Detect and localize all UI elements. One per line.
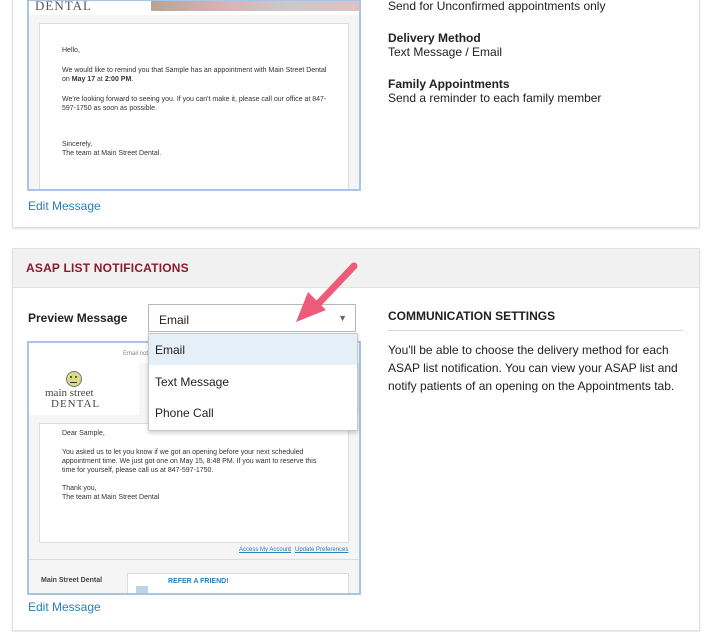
pointer-arrow-icon bbox=[296, 262, 358, 322]
